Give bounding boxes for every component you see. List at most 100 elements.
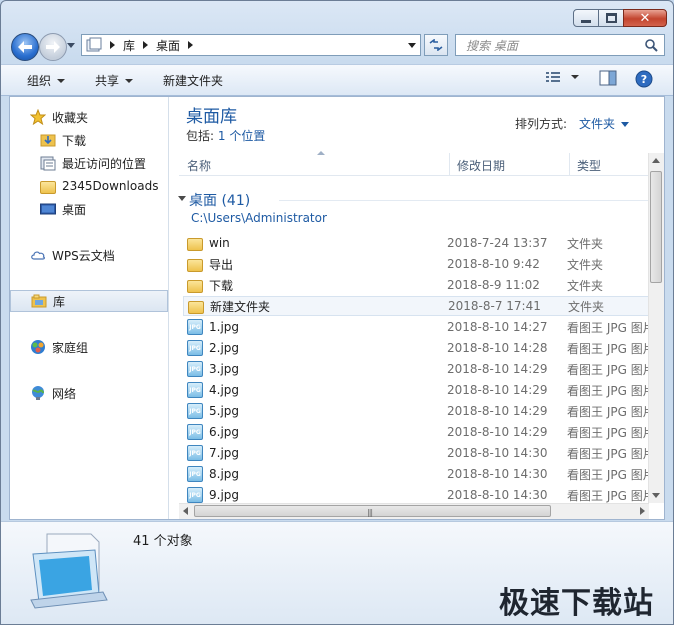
file-row[interactable]: 新建文件夹 2018-8-7 17:41 文件夹: [183, 296, 655, 316]
window-controls: ✕: [573, 9, 667, 27]
file-modified-date: 2018-8-7 17:41: [448, 299, 541, 313]
file-modified-date: 2018-8-10 14:27: [447, 320, 548, 334]
jpg-image-icon: JPG: [187, 445, 203, 461]
organize-button[interactable]: 组织: [27, 72, 66, 89]
watermark: 极速下载站: [499, 586, 654, 621]
file-row[interactable]: JPG 2.jpg 2018-8-10 14:28 看图王 JPG 图片: [183, 338, 655, 358]
sort-ascending-icon: [317, 151, 325, 155]
file-row[interactable]: JPG 9.jpg 2018-8-10 14:30 看图王 JPG 图片: [183, 485, 655, 505]
file-name: 6.jpg: [209, 425, 240, 439]
file-type: 文件夹: [567, 257, 604, 272]
breadcrumb-separator[interactable]: [110, 41, 115, 49]
breadcrumb-libraries[interactable]: 库: [123, 37, 135, 54]
arrange-by-dropdown[interactable]: 文件夹: [579, 117, 615, 131]
horizontal-scroll-thumb[interactable]: |||: [194, 505, 551, 517]
column-header-date[interactable]: 修改日期: [457, 157, 505, 174]
file-name: win: [209, 236, 230, 250]
scroll-down-icon[interactable]: [652, 493, 660, 498]
file-row[interactable]: JPG 8.jpg 2018-8-10 14:30 看图王 JPG 图片: [183, 464, 655, 484]
file-row[interactable]: JPG 5.jpg 2018-8-10 14:29 看图王 JPG 图片: [183, 401, 655, 421]
file-type: 看图王 JPG 图片: [567, 488, 655, 503]
library-includes: 包括: 1 个位置: [186, 127, 265, 144]
file-type: 看图王 JPG 图片: [567, 362, 655, 377]
horizontal-scrollbar[interactable]: |||: [179, 503, 649, 519]
column-divider[interactable]: [449, 153, 450, 175]
folder-icon: [187, 237, 203, 251]
folder-icon: [188, 300, 204, 314]
group-collapse-icon[interactable]: [178, 196, 186, 201]
scroll-left-icon[interactable]: [183, 507, 188, 515]
breadcrumb-separator[interactable]: [143, 41, 149, 49]
file-row[interactable]: win 2018-7-24 13:37 文件夹: [183, 233, 655, 253]
jpg-image-icon: JPG: [187, 403, 203, 419]
file-list-pane: 桌面库 包括: 1 个位置 排列方式: 文件夹 名称 修改日期 类型 桌面 (41…: [169, 97, 664, 519]
maximize-icon: [605, 13, 617, 23]
vertical-scroll-thumb[interactable]: [650, 171, 662, 283]
address-dropdown[interactable]: [408, 43, 416, 48]
file-row[interactable]: JPG 6.jpg 2018-8-10 14:29 看图王 JPG 图片: [183, 422, 655, 442]
item-count: 41 个对象: [133, 534, 193, 549]
search-box[interactable]: [455, 34, 665, 56]
grip-icon: |||: [367, 508, 373, 517]
sidebar-item-network[interactable]: 网络: [10, 382, 188, 404]
download-folder-icon: [40, 134, 56, 147]
column-header-type[interactable]: 类型: [577, 157, 601, 174]
help-button[interactable]: ?: [635, 70, 653, 91]
back-button[interactable]: [11, 33, 39, 61]
file-modified-date: 2018-8-10 14:29: [447, 425, 548, 439]
file-modified-date: 2018-8-10 14:29: [447, 362, 548, 376]
file-row[interactable]: 下载 2018-8-9 11:02 文件夹: [183, 275, 655, 295]
minimize-button[interactable]: [573, 9, 599, 27]
help-icon: ?: [635, 70, 653, 88]
chevron-down-icon[interactable]: [621, 122, 630, 127]
jpg-image-icon: JPG: [187, 319, 203, 335]
chevron-down-icon: [571, 75, 579, 79]
file-row[interactable]: JPG 4.jpg 2018-8-10 14:29 看图王 JPG 图片: [183, 380, 655, 400]
search-input[interactable]: [464, 36, 648, 56]
file-modified-date: 2018-8-10 14:30: [447, 446, 548, 460]
file-type: 看图王 JPG 图片: [567, 404, 655, 419]
sidebar-item-wps-cloud[interactable]: WPS云文档: [10, 244, 188, 266]
desktop-icon: [40, 203, 56, 215]
maximize-button[interactable]: [598, 9, 624, 27]
new-folder-button[interactable]: 新建文件夹: [163, 72, 223, 89]
file-row[interactable]: JPG 7.jpg 2018-8-10 14:30 看图王 JPG 图片: [183, 443, 655, 463]
file-name: 5.jpg: [209, 404, 240, 418]
file-name: 下载: [209, 278, 234, 293]
details-pane: 41 个对象 极速下载站: [1, 521, 673, 624]
forward-button[interactable]: [39, 33, 67, 61]
file-row[interactable]: JPG 3.jpg 2018-8-10 14:29 看图王 JPG 图片: [183, 359, 655, 379]
file-name: 3.jpg: [209, 362, 240, 376]
column-divider[interactable]: [569, 153, 570, 175]
file-row[interactable]: JPG 1.jpg 2018-8-10 14:27 看图王 JPG 图片: [183, 317, 655, 337]
cloud-icon: [31, 251, 45, 260]
view-options-button[interactable]: [545, 70, 579, 84]
search-icon[interactable]: [644, 38, 658, 52]
file-row[interactable]: 导出 2018-8-10 9:42 文件夹: [183, 254, 655, 274]
preview-pane-button[interactable]: [599, 70, 617, 89]
recent-pages-dropdown[interactable]: [67, 43, 75, 48]
column-header-name[interactable]: 名称: [187, 157, 211, 174]
file-modified-date: 2018-8-10 14:28: [447, 341, 548, 355]
file-type: 看图王 JPG 图片: [567, 467, 655, 482]
includes-locations-link[interactable]: 1 个位置: [218, 129, 265, 143]
scroll-right-icon[interactable]: [640, 507, 645, 515]
share-button[interactable]: 共享: [95, 72, 134, 89]
new-folder-label: 新建文件夹: [163, 74, 224, 88]
address-bar[interactable]: 库 桌面: [81, 34, 421, 56]
sidebar-item-libraries[interactable]: 库: [10, 290, 168, 312]
close-button[interactable]: ✕: [623, 9, 667, 27]
refresh-button[interactable]: [424, 34, 448, 56]
vertical-scrollbar[interactable]: [648, 153, 664, 503]
scroll-up-icon[interactable]: [652, 158, 660, 163]
breadcrumb-separator[interactable]: [188, 41, 194, 49]
file-type: 文件夹: [568, 299, 605, 314]
sidebar-item-label: 2345Downloads: [62, 179, 159, 193]
group-header[interactable]: 桌面 (41): [189, 190, 250, 210]
close-icon: ✕: [639, 10, 651, 26]
includes-label: 包括:: [186, 129, 215, 143]
breadcrumb-desktop[interactable]: 桌面: [156, 37, 180, 54]
sidebar-item-homegroup[interactable]: 家庭组: [10, 336, 188, 358]
sidebar-item-favorites[interactable]: 收藏夹: [10, 106, 188, 128]
file-name: 9.jpg: [209, 488, 240, 502]
